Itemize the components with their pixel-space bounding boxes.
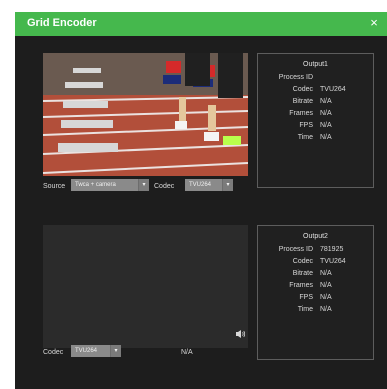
codec-select-2[interactable]: TVU264 ▾ (71, 345, 121, 357)
output2-row-fps: FPS N/A (258, 294, 373, 304)
output2-time-key: Time (297, 306, 313, 313)
output2-frames-value: N/A (320, 282, 332, 289)
codec-select-1-value: TVU264 (189, 182, 212, 188)
output2-frames-key: Frames (289, 282, 313, 289)
output1-fps-value: N/A (320, 122, 332, 129)
output2-fps-value: N/A (320, 294, 332, 301)
grid-encoder-window: Grid Encoder × Source Twca + camera ▾ Co… (15, 12, 387, 389)
output2-codec-value: TVU264 (320, 258, 346, 265)
codec-label-2: Codec (43, 349, 64, 356)
video-preview-1[interactable] (43, 53, 248, 176)
output1-frames-key: Frames (289, 110, 313, 117)
source-select-value: Twca + camera (75, 182, 116, 188)
output1-row-bitrate: Bitrate N/A (258, 98, 373, 108)
source-chevron-down-icon: ▾ (138, 179, 149, 191)
output2-row-frames: Frames N/A (258, 282, 373, 292)
output1-codec-key: Codec (292, 86, 313, 93)
output1-row-time: Time N/A (258, 134, 373, 144)
video-preview-2[interactable] (43, 225, 248, 348)
codec-2-chevron-down-icon: ▾ (110, 345, 121, 357)
output2-bitrate-value: N/A (320, 270, 332, 277)
output1-panel: Output1 Process ID Codec TVU264 Bitrate … (257, 53, 374, 188)
output1-bitrate-key: Bitrate (292, 98, 313, 105)
output1-frames-value: N/A (320, 110, 332, 117)
output1-fps-key: FPS (299, 122, 313, 129)
title-bar: Grid Encoder × (15, 12, 387, 36)
source-label: Source (43, 183, 66, 190)
codec-1-chevron-down-icon: ▾ (222, 179, 233, 191)
close-icon[interactable]: × (367, 16, 381, 30)
output2-codec-key: Codec (292, 258, 313, 265)
codec-label-1: Codec (154, 183, 175, 190)
output2-time-value: N/A (320, 306, 332, 313)
output2-row-bitrate: Bitrate N/A (258, 270, 373, 280)
output1-row-codec: Codec TVU264 (258, 86, 373, 96)
speaker-icon[interactable] (235, 329, 245, 339)
preview2-status: N/A (181, 349, 193, 356)
output1-title: Output1 (303, 61, 328, 68)
output2-bitrate-key: Bitrate (292, 270, 313, 277)
race-start-image (43, 53, 248, 176)
output1-codec-value: TVU264 (320, 86, 346, 93)
source-select[interactable]: Twca + camera ▾ (71, 179, 149, 191)
output1-row-process-id: Process ID (258, 74, 373, 84)
output2-row-codec: Codec TVU264 (258, 258, 373, 268)
output2-title: Output2 (303, 233, 328, 240)
output1-process-id-key: Process ID (278, 74, 313, 81)
output2-row-time: Time N/A (258, 306, 373, 316)
output1-time-key: Time (297, 134, 313, 141)
window-title: Grid Encoder (27, 17, 97, 29)
output2-fps-key: FPS (299, 294, 313, 301)
output1-bitrate-value: N/A (320, 98, 332, 105)
output2-panel: Output2 Process ID 781925 Codec TVU264 B… (257, 225, 374, 360)
codec-select-2-value: TVU264 (75, 348, 98, 354)
output2-process-id-value: 781925 (320, 246, 344, 253)
codec-select-1[interactable]: TVU264 ▾ (185, 179, 233, 191)
output1-time-value: N/A (320, 134, 332, 141)
output2-row-process-id: Process ID 781925 (258, 246, 373, 256)
output1-row-frames: Frames N/A (258, 110, 373, 120)
output1-row-fps: FPS N/A (258, 122, 373, 132)
output2-process-id-key: Process ID (278, 246, 313, 253)
